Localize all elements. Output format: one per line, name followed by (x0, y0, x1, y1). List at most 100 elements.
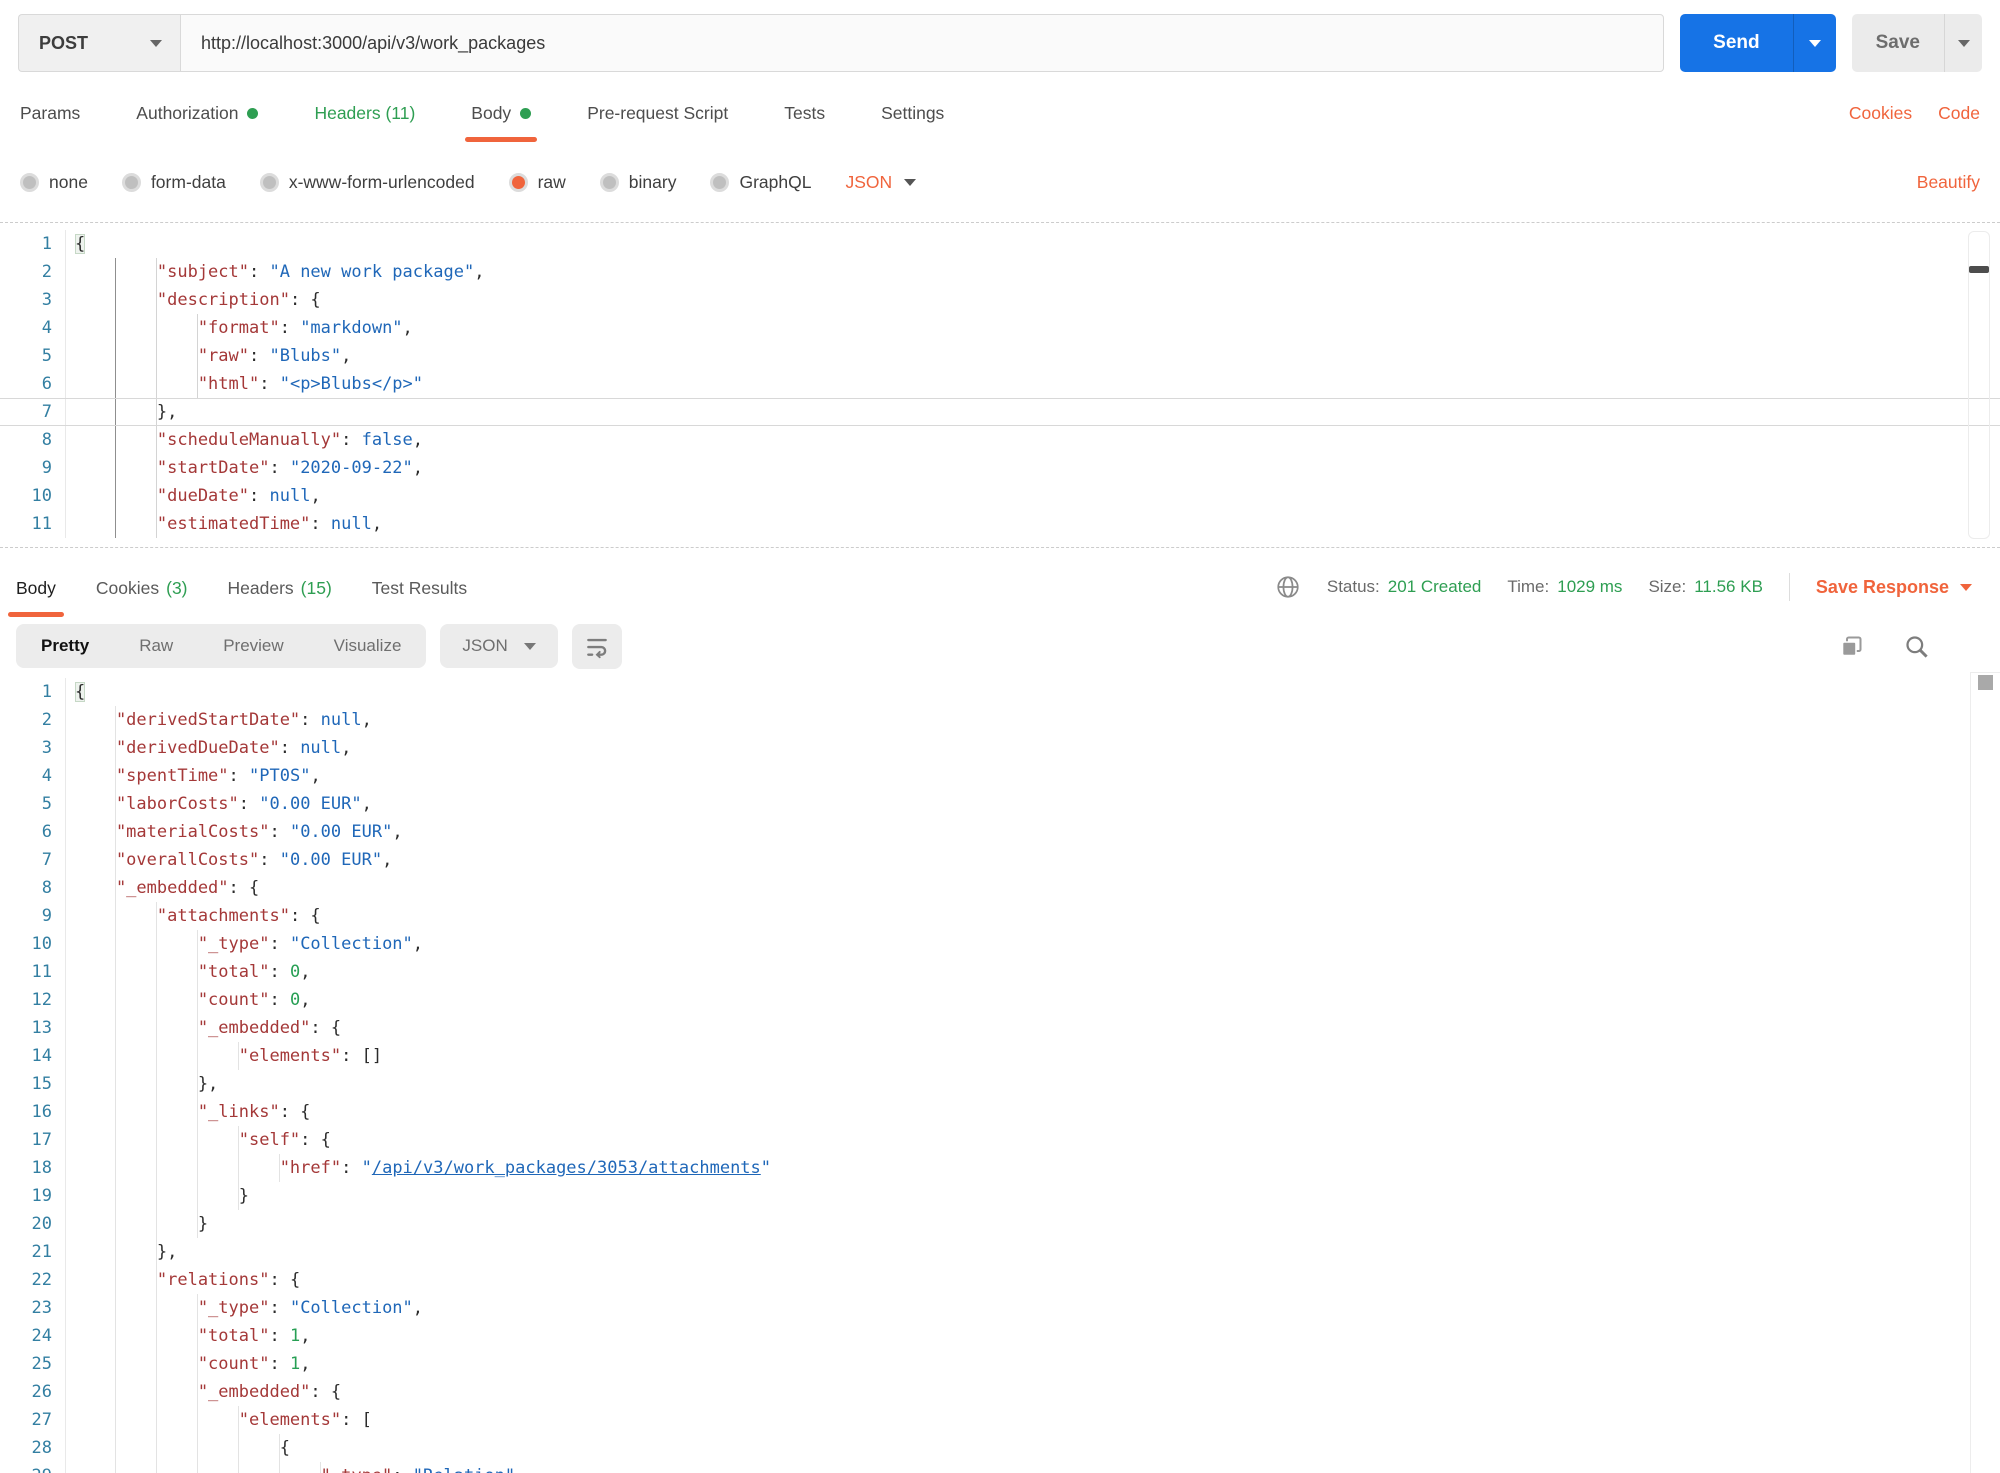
tab-label: Headers (11) (314, 103, 416, 123)
line-number: 4 (0, 762, 66, 790)
indent-guide (75, 482, 116, 510)
tab-settings[interactable]: Settings (881, 103, 944, 142)
view-pretty[interactable]: Pretty (16, 624, 114, 668)
copy-button[interactable] (1832, 632, 1871, 661)
chevron-down-icon (1808, 39, 1821, 47)
tab-label: Body (16, 577, 56, 598)
indent-guide (116, 510, 157, 538)
request-body-editor[interactable]: 1{2 "subject": "A new work package", 3 "d… (0, 222, 2000, 548)
tab-body[interactable]: Body (465, 103, 538, 142)
tab-headers-11[interactable]: Headers (11) (314, 103, 415, 142)
indent-guide (116, 930, 157, 958)
indent-guide (75, 286, 116, 314)
body-mode-x-www-form-urlencoded[interactable]: x-www-form-urlencoded (259, 172, 475, 193)
indent-guide (116, 1070, 157, 1098)
view-preview[interactable]: Preview (198, 624, 308, 668)
view-raw[interactable]: Raw (114, 624, 198, 668)
radio-icon (121, 172, 141, 192)
line-number: 5 (0, 790, 66, 818)
body-mode-binary[interactable]: binary (599, 172, 676, 193)
code-link[interactable]: Code (1938, 103, 1980, 124)
body-mode-raw[interactable]: raw (508, 172, 566, 193)
response-language-select[interactable]: JSON (440, 624, 558, 668)
line-number: 5 (0, 342, 66, 370)
line-number: 14 (0, 1042, 66, 1070)
divider (1788, 573, 1790, 601)
network-globe-icon (1275, 574, 1301, 600)
send-button[interactable]: Send (1680, 14, 1793, 72)
indent-guide (116, 1350, 157, 1378)
code-line: 11 "total": 0, (0, 958, 2000, 986)
indent-guide (116, 1210, 157, 1238)
indent-guide (116, 1406, 157, 1434)
url-input[interactable]: http://localhost:3000/api/v3/work_packag… (180, 14, 1665, 72)
chevron-down-icon (1957, 39, 1970, 47)
line-number: 1 (0, 230, 66, 258)
line-number: 1 (0, 678, 66, 706)
code-line: 1{ (0, 230, 2000, 258)
tab-label: Headers (227, 577, 294, 598)
scrollbar-thumb[interactable] (1978, 675, 1993, 690)
code-line: 12 "count": 0, (0, 986, 2000, 1014)
indent-guide (239, 1434, 280, 1462)
line-number: 26 (0, 1378, 66, 1406)
scrollbar-thumb[interactable] (1969, 266, 1989, 273)
response-body-editor[interactable]: 1{2 "derivedStartDate": null, 3 "derivedD… (0, 672, 2000, 1473)
indent-guide (116, 454, 157, 482)
body-mode-none[interactable]: none (20, 172, 88, 193)
save-options-button[interactable] (1944, 14, 1982, 72)
tab-pre-request-script[interactable]: Pre-request Script (587, 103, 728, 142)
radio-icon (710, 172, 730, 192)
view-visualize[interactable]: Visualize (309, 624, 427, 668)
href-link[interactable]: /api/v3/work_packages/3053/attachments (372, 1158, 761, 1178)
response-tab-test-results[interactable]: Test Results (372, 558, 467, 617)
wrap-text-button[interactable] (571, 623, 622, 669)
indent-guide (75, 790, 116, 818)
code-line: 22 "relations": { (0, 1266, 2000, 1294)
indent-guide (75, 706, 116, 734)
response-tab-cookies[interactable]: Cookies (3) (96, 558, 188, 617)
method-select[interactable]: POST (18, 14, 180, 72)
indent-guide (157, 1350, 198, 1378)
indent-guide (157, 370, 198, 398)
body-language-select[interactable]: JSON (845, 172, 917, 193)
body-mode-row: none form-data x-www-form-urlencoded raw bin… (0, 142, 2000, 222)
line-number: 4 (0, 314, 66, 342)
tab-count: (15) (300, 577, 332, 598)
indent-guide (75, 958, 116, 986)
tab-tests[interactable]: Tests (784, 103, 825, 142)
line-number: 7 (0, 399, 66, 425)
indent-guide (157, 1434, 198, 1462)
response-tab-body[interactable]: Body (8, 558, 64, 617)
indent-guide (75, 1462, 116, 1473)
code-line: 8 "_embedded": { (0, 874, 2000, 902)
response-tab-headers[interactable]: Headers (15) (228, 558, 332, 617)
wrap-text-icon (586, 638, 607, 659)
chevron-down-icon (1960, 583, 1972, 591)
tab-label: Tests (784, 103, 826, 123)
code-line: 20 } (0, 1210, 2000, 1238)
indent-guide (157, 958, 198, 986)
tab-count: (3) (166, 577, 188, 598)
body-mode-graphql[interactable]: GraphQL (710, 172, 811, 193)
indent-guide (239, 1462, 280, 1473)
line-number: 27 (0, 1406, 66, 1434)
save-response-button[interactable]: Save Response (1816, 577, 1972, 598)
send-options-button[interactable] (1792, 14, 1836, 72)
save-button[interactable]: Save (1851, 14, 1944, 72)
search-button[interactable] (1897, 632, 1936, 661)
body-mode-form-data[interactable]: form-data (121, 172, 226, 193)
indent-guide (116, 1294, 157, 1322)
beautify-link[interactable]: Beautify (1917, 172, 1980, 193)
line-number: 8 (0, 426, 66, 454)
indent-guide (157, 1070, 198, 1098)
cookies-link[interactable]: Cookies (1849, 103, 1912, 124)
save-split-button: Save (1851, 14, 1982, 72)
tab-params[interactable]: Params (20, 103, 80, 142)
indent-guide (157, 1098, 198, 1126)
indent-guide (75, 1042, 116, 1070)
tab-label: Settings (881, 103, 945, 123)
line-number: 7 (0, 846, 66, 874)
tab-authorization[interactable]: Authorization (136, 103, 259, 142)
indent-guide (75, 902, 116, 930)
